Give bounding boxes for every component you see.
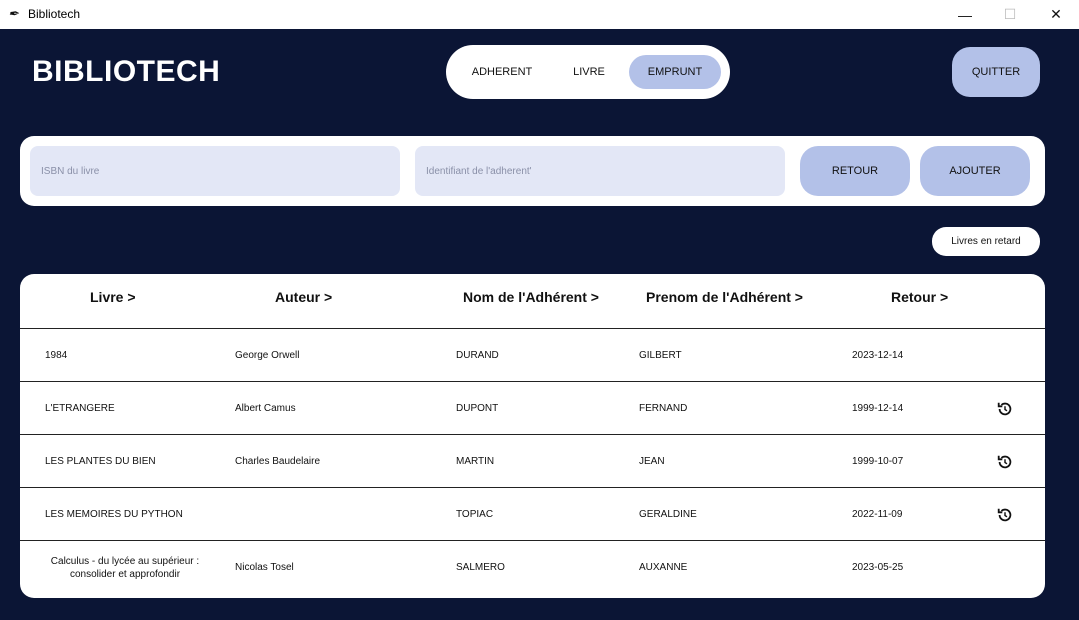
- window-titlebar: ✒ Bibliotech — ☐ ✕: [0, 0, 1079, 29]
- cell-nom: DUPONT: [456, 403, 499, 414]
- return-refresh-icon[interactable]: [995, 488, 1015, 541]
- loans-table: Livre > Auteur > Nom de l'Adhérent > Pre…: [20, 274, 1045, 598]
- cell-livre: LES MEMOIRES DU PYTHON: [45, 509, 183, 520]
- cell-livre: LES PLANTES DU BIEN: [45, 456, 156, 467]
- tab-adherent[interactable]: ADHERENT: [459, 55, 545, 89]
- cell-livre: Calculus - du lycée au supérieur : conso…: [50, 555, 200, 580]
- minimize-button[interactable]: —: [942, 0, 988, 29]
- header-retour[interactable]: Retour >: [891, 289, 948, 305]
- header-prenom-adherent[interactable]: Prenom de l'Adhérent >: [646, 289, 803, 305]
- late-books-button[interactable]: Livres en retard: [932, 227, 1040, 256]
- cell-prenom: GILBERT: [639, 350, 682, 361]
- cell-nom: TOPIAC: [456, 509, 494, 520]
- return-refresh-icon[interactable]: [995, 435, 1015, 488]
- cell-auteur: George Orwell: [235, 350, 300, 361]
- header-livre[interactable]: Livre >: [90, 289, 136, 305]
- header-auteur[interactable]: Auteur >: [275, 289, 332, 305]
- cell-prenom: JEAN: [639, 456, 665, 467]
- window-title: Bibliotech: [28, 7, 81, 21]
- add-loan-button[interactable]: AJOUTER: [920, 146, 1030, 196]
- feather-icon: ✒: [8, 6, 19, 21]
- tab-emprunt[interactable]: EMPRUNT: [629, 55, 721, 89]
- return-button[interactable]: RETOUR: [800, 146, 910, 196]
- tab-livre[interactable]: LIVRE: [556, 55, 622, 89]
- maximize-button[interactable]: ☐: [987, 0, 1033, 29]
- cell-retour: 2022-11-09: [852, 509, 903, 520]
- member-id-input[interactable]: Identifiant de l'adherent': [415, 146, 785, 196]
- cell-nom: MARTIN: [456, 456, 495, 467]
- cell-prenom: GERALDINE: [639, 509, 697, 520]
- table-row: Calculus - du lycée au supérieur : conso…: [20, 541, 1045, 594]
- cell-livre: 1984: [45, 350, 68, 361]
- isbn-input[interactable]: ISBN du livre: [30, 146, 400, 196]
- cell-auteur: Albert Camus: [235, 403, 296, 414]
- table-header: Livre > Auteur > Nom de l'Adhérent > Pre…: [20, 274, 1045, 329]
- table-row: LES MEMOIRES DU PYTHON TOPIAC GERALDINE …: [20, 488, 1045, 541]
- close-window-button[interactable]: ✕: [1033, 0, 1079, 29]
- cell-retour: 2023-12-14: [852, 350, 904, 361]
- cell-nom: SALMERO: [456, 562, 505, 573]
- cell-retour: 2023-05-25: [852, 562, 904, 573]
- loan-form: ISBN du livre Identifiant de l'adherent'…: [20, 136, 1045, 206]
- cell-prenom: FERNAND: [639, 403, 688, 414]
- cell-auteur: Nicolas Tosel: [235, 562, 294, 573]
- cell-retour: 1999-12-14: [852, 403, 904, 414]
- table-row: L'ETRANGERE Albert Camus DUPONT FERNAND …: [20, 382, 1045, 435]
- header-nom-adherent[interactable]: Nom de l'Adhérent >: [463, 289, 599, 305]
- main-nav: ADHERENT LIVRE EMPRUNT: [446, 45, 730, 99]
- cell-auteur: Charles Baudelaire: [235, 456, 321, 467]
- table-row: 1984 George Orwell DURAND GILBERT 2023-1…: [20, 329, 1045, 382]
- cell-prenom: AUXANNE: [639, 562, 688, 573]
- return-refresh-icon[interactable]: [995, 382, 1015, 435]
- table-row: LES PLANTES DU BIEN Charles Baudelaire M…: [20, 435, 1045, 488]
- cell-nom: DURAND: [456, 350, 499, 361]
- cell-retour: 1999-10-07: [852, 456, 904, 467]
- app-brand-title: BIBLIOTECH: [32, 55, 221, 88]
- cell-livre: L'ETRANGERE: [45, 403, 115, 414]
- quit-button[interactable]: QUITTER: [952, 47, 1040, 97]
